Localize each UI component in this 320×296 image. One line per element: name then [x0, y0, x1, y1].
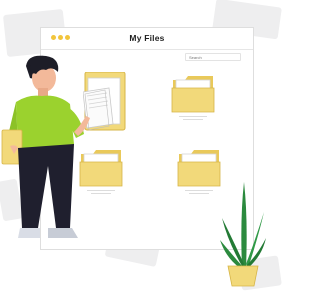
plant-icon — [220, 182, 266, 287]
folder-label-line — [185, 190, 213, 192]
search-input[interactable] — [185, 53, 241, 61]
folder-label-line — [183, 119, 203, 121]
folder[interactable] — [177, 148, 221, 196]
folder-icon — [177, 150, 221, 187]
folder[interactable] — [171, 74, 215, 122]
window-title: My Files — [129, 33, 165, 43]
title-bar: My Files — [41, 28, 253, 50]
folder-icon — [171, 76, 215, 113]
folder-label-line — [189, 193, 209, 195]
folder-label-line — [179, 116, 207, 118]
person-figure — [1, 55, 90, 238]
